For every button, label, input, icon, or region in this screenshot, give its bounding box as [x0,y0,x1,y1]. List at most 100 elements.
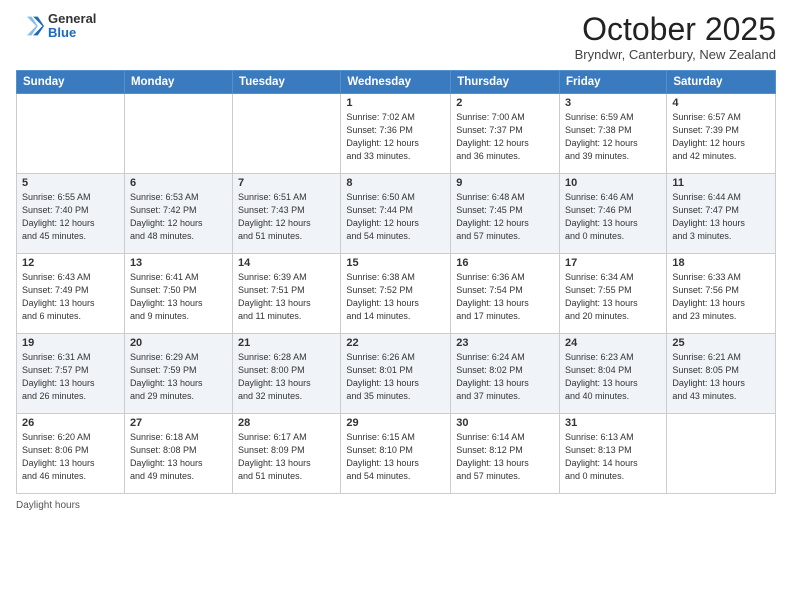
calendar-cell: 23 Sunrise: 6:24 AM Sunset: 8:02 PM Dayli… [451,334,560,414]
logo: General Blue [16,12,96,41]
day-info: Sunrise: 6:21 AM Sunset: 8:05 PM Dayligh… [672,351,770,403]
day-number: 10 [565,177,661,189]
day-info: Sunrise: 6:34 AM Sunset: 7:55 PM Dayligh… [565,271,661,323]
weekday-header-saturday: Saturday [667,71,776,94]
day-info: Sunrise: 6:50 AM Sunset: 7:44 PM Dayligh… [346,191,445,243]
day-info: Sunrise: 6:31 AM Sunset: 7:57 PM Dayligh… [22,351,119,403]
day-number: 1 [346,97,445,109]
day-info: Sunrise: 6:41 AM Sunset: 7:50 PM Dayligh… [130,271,227,323]
title-section: October 2025 Bryndwr, Canterbury, New Ze… [575,12,776,62]
day-info: Sunrise: 6:33 AM Sunset: 7:56 PM Dayligh… [672,271,770,323]
header: General Blue October 2025 Bryndwr, Cante… [16,12,776,62]
page: General Blue October 2025 Bryndwr, Cante… [0,0,792,612]
day-info: Sunrise: 6:48 AM Sunset: 7:45 PM Dayligh… [456,191,554,243]
week-row-2: 5 Sunrise: 6:55 AM Sunset: 7:40 PM Daylig… [17,174,776,254]
weekday-header-row: SundayMondayTuesdayWednesdayThursdayFrid… [17,71,776,94]
day-info: Sunrise: 6:18 AM Sunset: 8:08 PM Dayligh… [130,431,227,483]
day-info: Sunrise: 6:38 AM Sunset: 7:52 PM Dayligh… [346,271,445,323]
day-number: 5 [22,177,119,189]
calendar-cell: 8 Sunrise: 6:50 AM Sunset: 7:44 PM Daylig… [341,174,451,254]
calendar-cell: 22Sunrise: 6:26 AM Sunset: 8:01 PM Dayli… [341,334,451,414]
weekday-header-friday: Friday [560,71,667,94]
calendar-cell: 2 Sunrise: 7:00 AM Sunset: 7:37 PM Daylig… [451,94,560,174]
weekday-header-tuesday: Tuesday [233,71,341,94]
calendar-cell: 24 Sunrise: 6:23 AM Sunset: 8:04 PM Dayli… [560,334,667,414]
calendar-cell [124,94,232,174]
calendar-cell: 20Sunrise: 6:29 AM Sunset: 7:59 PM Dayli… [124,334,232,414]
calendar-cell: 31 Sunrise: 6:13 AM Sunset: 8:13 PM Dayli… [560,414,667,494]
day-info: Sunrise: 6:36 AM Sunset: 7:54 PM Dayligh… [456,271,554,323]
logo-general-text: General [48,12,96,26]
day-number: 18 [672,257,770,269]
day-number: 22 [346,337,445,349]
day-info: Sunrise: 7:00 AM Sunset: 7:37 PM Dayligh… [456,111,554,163]
day-number: 19 [22,337,119,349]
daylight-hours-label: Daylight hours [16,500,80,511]
calendar-cell: 18 Sunrise: 6:33 AM Sunset: 7:56 PM Dayli… [667,254,776,334]
calendar-cell: 30Sunrise: 6:14 AM Sunset: 8:12 PM Dayli… [451,414,560,494]
day-number: 6 [130,177,227,189]
calendar-cell: 29 Sunrise: 6:15 AM Sunset: 8:10 PM Dayli… [341,414,451,494]
location: Bryndwr, Canterbury, New Zealand [575,47,776,62]
calendar-cell [233,94,341,174]
calendar-cell: 13 Sunrise: 6:41 AM Sunset: 7:50 PM Dayli… [124,254,232,334]
day-number: 8 [346,177,445,189]
day-info: Sunrise: 6:24 AM Sunset: 8:02 PM Dayligh… [456,351,554,403]
calendar-cell: 27 Sunrise: 6:18 AM Sunset: 8:08 PM Dayli… [124,414,232,494]
day-number: 16 [456,257,554,269]
day-number: 17 [565,257,661,269]
day-number: 29 [346,417,445,429]
calendar-cell: 16 Sunrise: 6:36 AM Sunset: 7:54 PM Dayli… [451,254,560,334]
day-info: Sunrise: 6:28 AM Sunset: 8:00 PM Dayligh… [238,351,335,403]
day-info: Sunrise: 6:15 AM Sunset: 8:10 PM Dayligh… [346,431,445,483]
calendar-cell: 10 Sunrise: 6:46 AM Sunset: 7:46 PM Dayli… [560,174,667,254]
calendar-cell [667,414,776,494]
day-number: 14 [238,257,335,269]
day-info: Sunrise: 6:59 AM Sunset: 7:38 PM Dayligh… [565,111,661,163]
day-info: Sunrise: 6:29 AM Sunset: 7:59 PM Dayligh… [130,351,227,403]
day-number: 11 [672,177,770,189]
day-number: 31 [565,417,661,429]
day-number: 23 [456,337,554,349]
day-number: 9 [456,177,554,189]
calendar-cell: 11 Sunrise: 6:44 AM Sunset: 7:47 PM Dayli… [667,174,776,254]
day-info: Sunrise: 6:39 AM Sunset: 7:51 PM Dayligh… [238,271,335,323]
day-number: 7 [238,177,335,189]
day-info: Sunrise: 6:57 AM Sunset: 7:39 PM Dayligh… [672,111,770,163]
day-info: Sunrise: 6:55 AM Sunset: 7:40 PM Dayligh… [22,191,119,243]
day-number: 13 [130,257,227,269]
day-number: 28 [238,417,335,429]
day-number: 24 [565,337,661,349]
calendar-cell: 14 Sunrise: 6:39 AM Sunset: 7:51 PM Dayli… [233,254,341,334]
calendar-cell: 21Sunrise: 6:28 AM Sunset: 8:00 PM Dayli… [233,334,341,414]
day-number: 27 [130,417,227,429]
day-number: 4 [672,97,770,109]
calendar: SundayMondayTuesdayWednesdayThursdayFrid… [16,70,776,494]
day-number: 25 [672,337,770,349]
day-info: Sunrise: 6:53 AM Sunset: 7:42 PM Dayligh… [130,191,227,243]
day-number: 3 [565,97,661,109]
calendar-cell: 6 Sunrise: 6:53 AM Sunset: 7:42 PM Daylig… [124,174,232,254]
day-info: Sunrise: 7:02 AM Sunset: 7:36 PM Dayligh… [346,111,445,163]
day-info: Sunrise: 6:46 AM Sunset: 7:46 PM Dayligh… [565,191,661,243]
week-row-1: 1 Sunrise: 7:02 AM Sunset: 7:36 PM Daylig… [17,94,776,174]
weekday-header-sunday: Sunday [17,71,125,94]
calendar-cell: 1 Sunrise: 7:02 AM Sunset: 7:36 PM Daylig… [341,94,451,174]
day-info: Sunrise: 6:51 AM Sunset: 7:43 PM Dayligh… [238,191,335,243]
month-title: October 2025 [575,12,776,47]
week-row-5: 26Sunrise: 6:20 AM Sunset: 8:06 PM Dayli… [17,414,776,494]
day-number: 15 [346,257,445,269]
day-number: 30 [456,417,554,429]
logo-icon [16,12,44,40]
day-info: Sunrise: 6:13 AM Sunset: 8:13 PM Dayligh… [565,431,661,483]
day-info: Sunrise: 6:23 AM Sunset: 8:04 PM Dayligh… [565,351,661,403]
day-number: 12 [22,257,119,269]
day-info: Sunrise: 6:44 AM Sunset: 7:47 PM Dayligh… [672,191,770,243]
calendar-cell [17,94,125,174]
day-number: 2 [456,97,554,109]
day-info: Sunrise: 6:43 AM Sunset: 7:49 PM Dayligh… [22,271,119,323]
weekday-header-wednesday: Wednesday [341,71,451,94]
calendar-cell: 19 Sunrise: 6:31 AM Sunset: 7:57 PM Dayli… [17,334,125,414]
logo-blue-text: Blue [48,26,96,40]
week-row-4: 19 Sunrise: 6:31 AM Sunset: 7:57 PM Dayli… [17,334,776,414]
